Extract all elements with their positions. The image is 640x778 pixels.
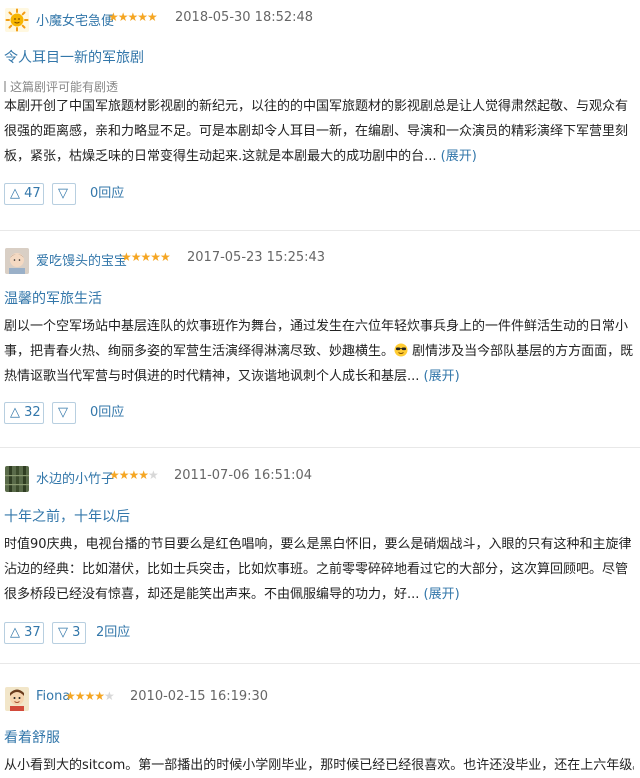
- cartoon-avatar-icon: [5, 687, 29, 711]
- review-time: 2010-02-15 16:19:30: [130, 689, 269, 704]
- downvote-button[interactable]: ▽: [52, 183, 76, 205]
- avatar[interactable]: [5, 8, 29, 32]
- upvote-button[interactable]: △ 47: [4, 183, 44, 205]
- rating-stars: ★★★★★: [121, 250, 171, 264]
- review-time: 2018-05-30 18:52:48: [175, 10, 314, 25]
- expand-link[interactable]: (展开): [441, 149, 477, 164]
- author-link[interactable]: 水边的小竹子: [36, 468, 114, 487]
- review-card: Fiona ★★★★★ 2010-02-15 16:19:30 看着舒服 从小看…: [0, 679, 640, 775]
- upvote-button[interactable]: △ 37: [4, 622, 44, 644]
- thumb-up-icon: △: [10, 625, 20, 640]
- bamboo-avatar-icon: [5, 466, 29, 492]
- thumb-down-icon: ▽: [58, 625, 68, 640]
- thumb-up-icon: △: [10, 186, 20, 201]
- divider: [0, 663, 640, 664]
- thumb-down-icon: ▽: [58, 186, 68, 201]
- reply-link[interactable]: 0回应: [90, 183, 124, 205]
- avatar[interactable]: [5, 687, 29, 711]
- author-link[interactable]: 小魔女宅急便: [36, 10, 114, 29]
- divider: [0, 447, 640, 448]
- review-body: 从小看到大的sitcom。第一部播出的时候小学刚毕业，那时候已经已经很喜欢。也许…: [4, 758, 634, 773]
- rating-stars: ★★★★★: [65, 689, 115, 703]
- upvote-button[interactable]: △ 32: [4, 402, 44, 424]
- baby-avatar-icon: [5, 248, 29, 274]
- review-time: 2017-05-23 15:25:43: [187, 250, 326, 265]
- avatar[interactable]: [5, 248, 29, 274]
- review-body: 时值90庆典，电视台播的节目要么是红色唱响，要么是黑白怀旧，要么是硝烟战斗，入眼…: [4, 537, 632, 602]
- thumb-down-icon: ▽: [58, 405, 68, 420]
- reply-link[interactable]: 2回应: [96, 622, 130, 644]
- review-card: 水边的小竹子 ★★★★★ 2011-07-06 16:51:04 十年之前，十年…: [0, 458, 640, 653]
- downvote-button[interactable]: ▽ 3: [52, 622, 86, 644]
- review-body: 剧以一个空军场站中基层连队的炊事班作为舞台，通过发生在六位年轻炊事兵身上的一件件…: [4, 319, 634, 384]
- downvote-button[interactable]: ▽: [52, 402, 76, 424]
- reply-link[interactable]: 0回应: [90, 402, 124, 424]
- review-title[interactable]: 看着舒服: [4, 727, 60, 747]
- rating-stars: ★★★★★: [109, 468, 159, 482]
- sun-avatar-icon: [5, 8, 29, 32]
- review-time: 2011-07-06 16:51:04: [174, 468, 313, 483]
- review-title[interactable]: 令人耳目一新的军旅剧: [4, 47, 144, 67]
- author-link[interactable]: 爱吃馒头的宝宝: [36, 250, 127, 269]
- spoiler-note: 这篇剧评可能有剧透: [4, 78, 118, 95]
- review-title[interactable]: 温馨的军旅生活: [4, 288, 102, 308]
- rating-stars: ★★★★★: [108, 10, 158, 24]
- divider: [0, 230, 640, 231]
- expand-link[interactable]: (展开): [424, 369, 460, 384]
- review-card: 爱吃馒头的宝宝 ★★★★★ 2017-05-23 15:25:43 温馨的军旅生…: [0, 240, 640, 440]
- review-body: 本剧开创了中国军旅题材影视剧的新纪元，以往的的中国军旅题材的影视剧总是让人觉得肃…: [4, 99, 629, 164]
- avatar[interactable]: [5, 466, 29, 492]
- review-title[interactable]: 十年之前，十年以后: [4, 506, 130, 526]
- cool-emoji-icon: [394, 343, 408, 357]
- thumb-up-icon: △: [10, 405, 20, 420]
- expand-link[interactable]: (展开): [424, 587, 460, 602]
- review-card: 小魔女宅急便 ★★★★★ 2018-05-30 18:52:48 令人耳目一新的…: [0, 0, 640, 226]
